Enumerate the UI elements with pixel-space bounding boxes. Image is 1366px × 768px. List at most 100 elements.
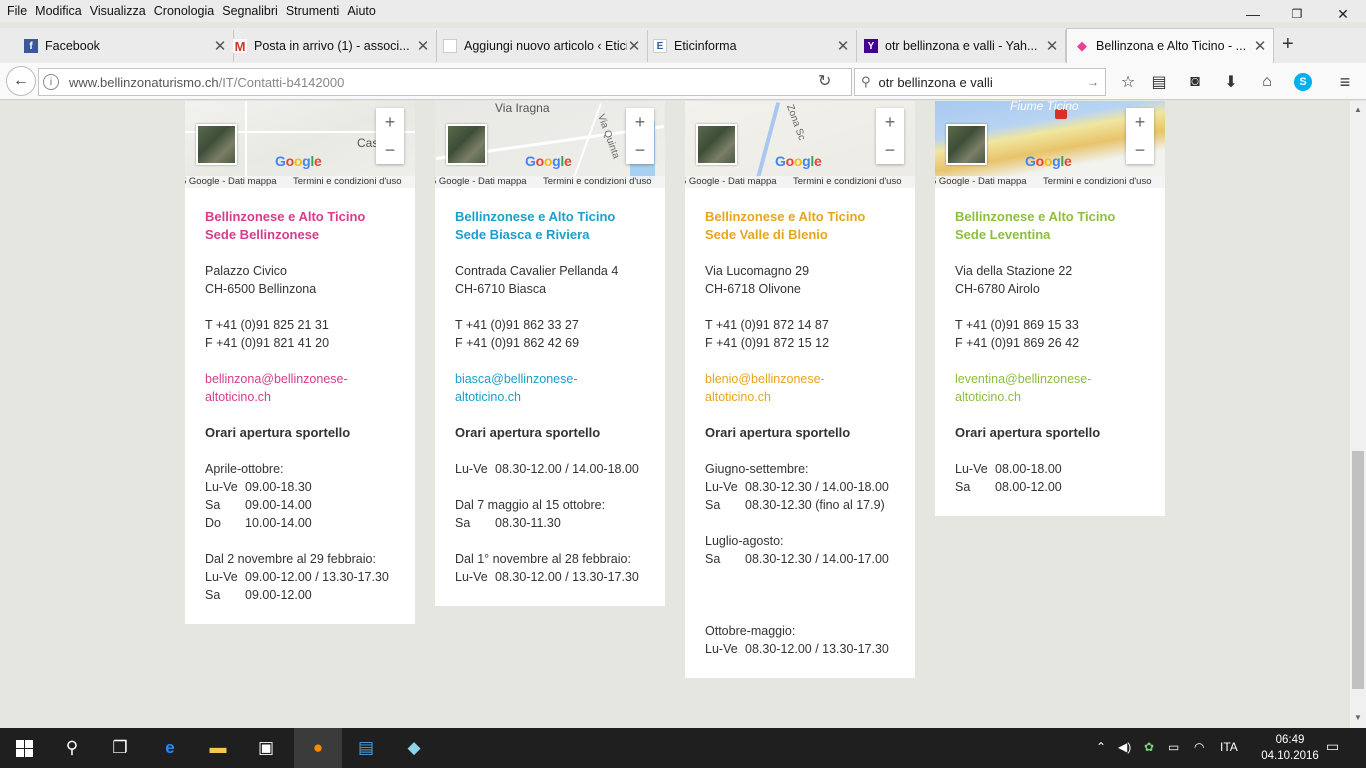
address-line: Via Lucomagno 29 [705,264,810,278]
edge-icon[interactable]: e [146,728,194,768]
tab-2[interactable]: M Posta in arrivo (1) - associ... ✕ [225,30,437,62]
minimize-button[interactable]: — [1230,0,1276,28]
close-tab-icon[interactable]: ✕ [1045,37,1059,55]
menu-cronologia[interactable]: Cronologia [154,4,214,18]
bellinzona-icon: ◆ [1077,38,1087,53]
zoom-out-button[interactable]: − [1135,141,1146,159]
close-tab-icon[interactable]: ✕ [627,37,641,55]
home-icon[interactable]: ⌂ [1255,70,1279,94]
google-logo: Google [275,153,322,169]
zoom-out-button[interactable]: − [385,141,396,159]
search-input[interactable]: otr bellinzona e valli [879,75,993,90]
satellite-toggle[interactable] [696,124,737,165]
search-bar[interactable]: ⚲ otr bellinzona e valli → [854,68,1106,96]
tray-up-icon[interactable]: ⌃ [1096,740,1106,754]
office-map[interactable]: CastelloGoogle+−5 Google - Dati mappaTer… [185,101,415,188]
start-button[interactable] [0,728,48,768]
notes-icon[interactable]: ◆ [390,728,438,768]
hours-period-label: Dal 2 novembre al 29 febbraio: [205,552,376,566]
email-link[interactable]: biasca@bellinzonese-altoticino.ch [455,370,645,406]
map-terms-link[interactable]: Termini e condizioni d'uso [293,176,401,187]
search-icon[interactable]: ⚲ [48,728,96,768]
close-tab-icon[interactable]: ✕ [416,37,430,55]
email-link[interactable]: blenio@bellinzonese-altoticino.ch [705,370,895,406]
tab-3[interactable]: Aggiungi nuovo articolo ‹ Etici... ✕ [435,30,648,62]
zoom-in-button[interactable]: + [385,113,396,131]
hours-time: 08.00-12.00 [995,480,1062,494]
firefox-icon[interactable]: ● [294,728,342,768]
menu-segnalibri[interactable]: Segnalibri [222,4,278,18]
file-explorer-icon[interactable]: ▬ [194,728,242,768]
tab-4[interactable]: E Eticinforma ✕ [645,30,857,62]
menu-file[interactable]: File [7,4,27,18]
map-terms-link[interactable]: Termini e condizioni d'uso [793,176,901,187]
map-terms-link[interactable]: Termini e condizioni d'uso [543,176,651,187]
satellite-toggle[interactable] [446,124,487,165]
back-button[interactable]: ← [6,66,36,96]
scrollbar-thumb[interactable] [1352,451,1364,689]
address-city: CH-6500 Bellinzona [205,282,317,296]
volume-icon[interactable]: ◀) [1118,740,1131,754]
store-icon[interactable]: ▣ [242,728,290,768]
search-go-icon[interactable]: → [1087,75,1099,89]
hours-title: Orari apertura sportello [705,425,851,440]
close-button[interactable]: ✕ [1320,0,1366,28]
wifi-icon[interactable]: ◠ [1194,740,1204,754]
menu-modifica[interactable]: Modifica [35,4,82,18]
download-icon[interactable]: ⬇ [1219,70,1243,94]
skype-icon[interactable]: S [1291,70,1315,94]
reload-icon[interactable]: ↻ [818,71,831,91]
close-tab-icon[interactable]: ✕ [1253,37,1267,55]
zoom-out-button[interactable]: − [635,141,646,159]
close-tab-icon[interactable]: ✕ [836,37,850,55]
office-map[interactable]: Fiume Ticino Google + −5 Google - Dati mapp… [935,101,1165,188]
zoom-in-button[interactable]: + [1135,113,1146,131]
time: 06:49 [1275,734,1305,746]
satellite-toggle[interactable] [946,124,987,165]
office-map[interactable]: Via Iragna Via Quinta Google + −5 Google - D… [435,101,665,188]
office-map[interactable]: Zona Sc Google + −5 Google - Dati mappa Term… [685,101,915,188]
hours-time: 08.30-12.00 / 13.30-17.30 [495,570,639,584]
clock[interactable]: 06:49 04.10.2016 [1260,732,1320,764]
app-icon[interactable]: ▤ [342,728,390,768]
office-title: Sede Valle di Blenio [705,227,828,242]
menu-aiuto[interactable]: Aiuto [347,4,376,18]
restore-button[interactable]: ❐ [1274,0,1320,28]
zoom-out-button[interactable]: − [885,141,896,159]
map-data-link[interactable]: 5 Google - Dati mappa [185,176,277,187]
task-view-icon[interactable]: ❐ [96,728,144,768]
hours-time: 10.00-14.00 [245,516,312,530]
map-data-link[interactable]: 5 Google - Dati mappa [435,176,527,187]
zoom-in-button[interactable]: + [885,113,896,131]
satellite-toggle[interactable] [196,124,237,165]
address-city: CH-6710 Biasca [455,282,547,296]
tab-1[interactable]: f Facebook ✕ [16,30,234,62]
menu-strumenti[interactable]: Strumenti [286,4,340,18]
dropbox-icon[interactable]: ✿ [1144,740,1154,754]
map-street-label: Zona Sc [784,103,808,142]
map-data-link[interactable]: 5 Google - Dati mappa [935,176,1027,187]
tab-5[interactable]: Yotr bellinzona e valli - Yah... ✕ [856,30,1066,62]
language-indicator[interactable]: ITA [1220,740,1238,754]
hamburger-menu-icon[interactable]: ≡ [1333,70,1357,94]
reading-list-icon[interactable]: ▤ [1147,70,1171,94]
info-icon[interactable]: i [43,74,59,90]
url-bar[interactable]: i www.bellinzonaturismo.ch/IT/Contatti-b… [38,68,852,96]
bookmark-star-icon[interactable]: ☆ [1116,70,1140,94]
hours-day: Lu-Ve [205,480,238,494]
map-data-link[interactable]: 5 Google - Dati mappa [685,176,777,187]
email-link[interactable]: bellinzona@bellinzonese-altoticino.ch [205,370,395,406]
email-link[interactable]: leventina@bellinzonese-altoticino.ch [955,370,1145,406]
scrollbar[interactable]: ▲ ▼ [1350,101,1366,728]
gmail-icon: M [233,38,247,54]
pocket-icon[interactable]: ◙ [1183,70,1207,94]
tab-6[interactable]: ◆ Bellinzona e Alto Ticino - ... ✕ [1066,28,1274,63]
map-attribution: 5 Google - Dati mappa Termini e condizion… [935,176,1165,188]
battery-icon[interactable]: ▭ [1168,740,1179,754]
menu-visualizza[interactable]: Visualizza [90,4,146,18]
notifications-icon[interactable]: ▭ [1326,738,1339,755]
new-tab-button[interactable]: + [1282,33,1294,56]
zoom-in-button[interactable]: + [635,113,646,131]
map-terms-link[interactable]: Termini e condizioni d'uso [1043,176,1151,187]
map-attribution: 5 Google - Dati mappa Termini e condizion… [185,176,415,188]
